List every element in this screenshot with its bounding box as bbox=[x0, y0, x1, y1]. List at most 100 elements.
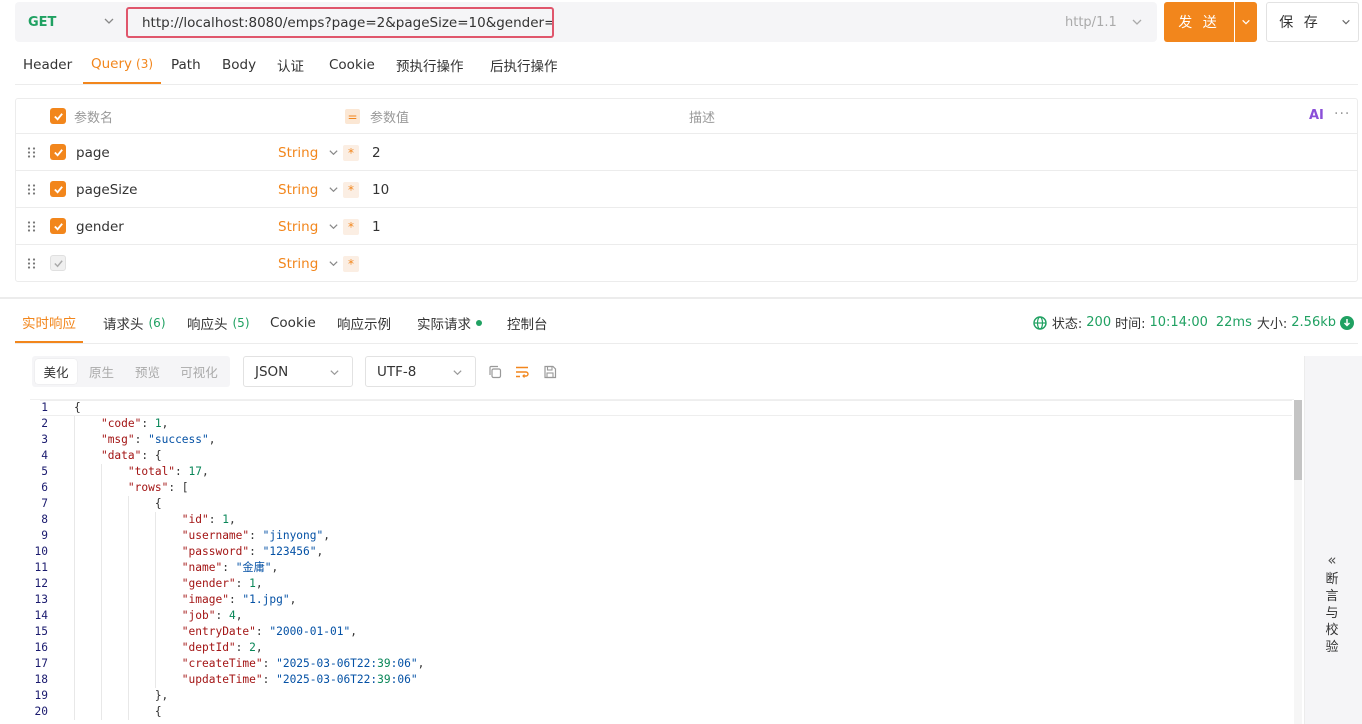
code-scrollbar-thumb[interactable] bbox=[1294, 400, 1302, 480]
required-star-icon[interactable]: * bbox=[343, 219, 359, 235]
duration-value: 22ms bbox=[1215, 315, 1252, 330]
save-file-icon[interactable] bbox=[543, 365, 557, 379]
tab-response-headers[interactable]: 响应头 (5) bbox=[187, 302, 250, 343]
param-type-select[interactable]: String bbox=[278, 245, 339, 282]
tab-query[interactable]: Query (3) bbox=[83, 46, 162, 84]
param-row: page String * 2 bbox=[16, 134, 1357, 171]
indent-guide bbox=[155, 576, 156, 592]
indent-guide bbox=[74, 656, 75, 672]
send-button[interactable]: 发 送 bbox=[1164, 2, 1234, 42]
response-body-code[interactable]: 1{2 "code": 1, 3 "msg": "success", 4 "data… bbox=[30, 400, 1292, 724]
bulk-edit-icon[interactable]: = bbox=[345, 109, 360, 124]
view-mode-preview[interactable]: 预览 bbox=[125, 359, 170, 384]
drag-handle-icon[interactable] bbox=[27, 258, 36, 269]
indent-guide bbox=[128, 624, 129, 640]
tab-path[interactable]: Path bbox=[171, 46, 201, 84]
param-row-empty: String * bbox=[16, 245, 1357, 282]
tab-cookie[interactable]: Cookie bbox=[329, 46, 375, 84]
tab-response-example[interactable]: 响应示例 bbox=[337, 302, 391, 343]
line-number: 7 bbox=[41, 497, 48, 510]
status-code: 200 bbox=[1086, 315, 1112, 330]
required-star-icon[interactable]: * bbox=[343, 182, 359, 198]
param-enabled-checkbox[interactable] bbox=[50, 255, 66, 271]
assertions-panel-toggle[interactable]: « 断言与校验 bbox=[1320, 552, 1344, 656]
tab-auth[interactable]: 认证 bbox=[277, 46, 304, 84]
tab-label: 后执行操作 bbox=[490, 59, 558, 75]
method-select[interactable]: GET bbox=[15, 2, 125, 42]
tab-label: Path bbox=[171, 57, 201, 73]
param-name[interactable]: page bbox=[76, 134, 110, 171]
indent-guide bbox=[101, 576, 102, 592]
protocol-select[interactable]: http/1.1 bbox=[1065, 2, 1143, 42]
indent-guide bbox=[128, 592, 129, 608]
code-text: "username": "jinyong", bbox=[181, 529, 330, 542]
param-value[interactable]: 10 bbox=[372, 171, 389, 208]
copy-icon[interactable] bbox=[488, 365, 502, 379]
tab-request-headers[interactable]: 请求头 (6) bbox=[103, 302, 166, 343]
download-icon[interactable] bbox=[1340, 315, 1354, 330]
tab-label: 控制台 bbox=[507, 316, 548, 333]
protocol-label: http/1.1 bbox=[1065, 14, 1117, 30]
param-name-header: 参数名 bbox=[74, 111, 114, 126]
indent-guide bbox=[101, 560, 102, 576]
code-text: "deptId": 2, bbox=[181, 641, 263, 654]
ai-icon[interactable]: AI bbox=[1309, 108, 1324, 123]
wrap-lines-icon[interactable] bbox=[515, 365, 529, 379]
param-value[interactable]: 1 bbox=[372, 208, 381, 245]
line-number: 8 bbox=[41, 513, 48, 526]
param-type: String bbox=[278, 255, 319, 272]
drag-handle-icon[interactable] bbox=[27, 184, 36, 195]
tab-live-response[interactable]: 实时响应 bbox=[15, 302, 83, 343]
save-dropdown-button[interactable] bbox=[1333, 2, 1359, 42]
code-text: "updateTime": "2025-03-06T22:39:06" bbox=[181, 673, 418, 686]
tab-console[interactable]: 控制台 bbox=[507, 302, 548, 343]
tab-post-request[interactable]: 后执行操作 bbox=[490, 46, 558, 84]
tab-response-cookie[interactable]: Cookie bbox=[270, 302, 316, 343]
code-text: { bbox=[74, 401, 81, 414]
param-type: String bbox=[278, 181, 319, 198]
section-divider[interactable] bbox=[0, 297, 1362, 299]
param-type-select[interactable]: String bbox=[278, 134, 339, 171]
tab-pre-request[interactable]: 预执行操作 bbox=[396, 46, 464, 84]
view-mode-pretty[interactable]: 美化 bbox=[35, 359, 77, 384]
select-all-checkbox[interactable] bbox=[50, 108, 66, 124]
indent-guide bbox=[101, 464, 102, 480]
required-star-icon[interactable]: * bbox=[343, 256, 359, 272]
send-dropdown-button[interactable] bbox=[1235, 2, 1257, 42]
drag-handle-icon[interactable] bbox=[27, 221, 36, 232]
indent-guide bbox=[74, 592, 75, 608]
chevron-down-icon bbox=[329, 224, 338, 230]
indent-guide bbox=[128, 640, 129, 656]
param-type-select[interactable]: String bbox=[278, 171, 339, 208]
param-enabled-checkbox[interactable] bbox=[50, 181, 66, 197]
view-mode-visualize[interactable]: 可视化 bbox=[171, 359, 227, 384]
indent-guide bbox=[128, 496, 129, 512]
view-mode-raw[interactable]: 原生 bbox=[79, 359, 124, 384]
indent-guide bbox=[128, 512, 129, 528]
tab-body[interactable]: Body bbox=[222, 46, 256, 84]
indent-guide bbox=[74, 672, 75, 688]
check-icon bbox=[53, 148, 63, 157]
save-button[interactable]: 保 存 bbox=[1266, 2, 1334, 42]
param-type-select[interactable]: String bbox=[278, 208, 339, 245]
tab-actual-request[interactable]: 实际请求 bbox=[417, 302, 482, 343]
line-number: 6 bbox=[41, 481, 48, 494]
required-star-icon[interactable]: * bbox=[343, 145, 359, 161]
drag-handle-icon[interactable] bbox=[27, 147, 36, 158]
param-enabled-checkbox[interactable] bbox=[50, 144, 66, 160]
indent-guide bbox=[128, 672, 129, 688]
indent-guide bbox=[74, 704, 75, 720]
param-name[interactable]: gender bbox=[76, 208, 124, 245]
assertions-panel[interactable] bbox=[1304, 356, 1362, 724]
encoding-select[interactable]: UTF-8 bbox=[365, 356, 476, 387]
response-status: 状态: 200 时间: 10:14:00 22ms 大小: 2.56kb bbox=[1033, 302, 1354, 343]
url-input[interactable]: http://localhost:8080/emps?page=2&pageSi… bbox=[126, 7, 554, 38]
format-select[interactable]: JSON bbox=[243, 356, 353, 387]
tab-header[interactable]: Header bbox=[23, 46, 72, 84]
param-name[interactable]: pageSize bbox=[76, 171, 137, 208]
param-enabled-checkbox[interactable] bbox=[50, 218, 66, 234]
param-value[interactable]: 2 bbox=[372, 134, 381, 171]
more-icon[interactable]: ··· bbox=[1334, 106, 1350, 122]
chevron-down-icon bbox=[1341, 19, 1350, 25]
indent-guide bbox=[101, 656, 102, 672]
